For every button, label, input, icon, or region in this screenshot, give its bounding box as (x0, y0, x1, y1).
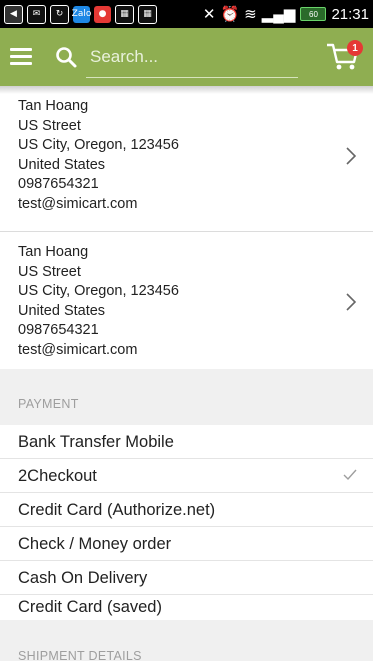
bluetooth-off-icon: ✕ (202, 6, 216, 23)
payment-method-item[interactable]: 2Checkout (0, 459, 373, 493)
address-phone: 0987654321 (18, 322, 99, 338)
zalo-icon: Zalo (72, 5, 91, 23)
payment-method-item[interactable]: Credit Card (saved) (0, 595, 373, 620)
app-notification-icon: ● (94, 5, 111, 23)
payment-method-item[interactable]: Bank Transfer Mobile (0, 425, 373, 459)
checkmark-icon (343, 469, 357, 481)
address-city: US City, Oregon, 123456 (18, 137, 179, 153)
address-email: test@simicart.com (18, 341, 138, 358)
payment-method-item[interactable]: Check / Money order (0, 527, 373, 561)
payment-method-label: Credit Card (saved) (18, 598, 162, 616)
address-country: United States (18, 302, 106, 319)
cart-badge: 1 (347, 40, 363, 56)
chevron-right-icon (346, 146, 357, 165)
back-app-icon: ◀ (4, 4, 23, 24)
address-name: Tan Hoang (18, 98, 89, 114)
address-card[interactable]: Tan Hoang US Street US City, Oregon, 123… (0, 97, 373, 214)
payment-method-label: Bank Transfer Mobile (18, 433, 174, 451)
battery-icon: 60 (300, 7, 327, 21)
signal-icon: ▂▄▆ (261, 6, 296, 23)
payment-method-label: Cash On Delivery (18, 569, 148, 587)
cart-button[interactable]: 1 (325, 40, 363, 74)
address-country: United States (18, 156, 106, 173)
status-bar: ◀ ✉ ↻ Zalo ● ▦ ▦ ✕ ⏰ ≋ ▂▄▆ 60 21:31 (0, 0, 373, 28)
menu-icon[interactable] (10, 48, 32, 66)
address-street: US Street (18, 263, 81, 280)
grid-app-icon: ▦ (115, 4, 134, 24)
shipment-section-header: SHIPMENT DETAILS (0, 620, 373, 663)
search-field[interactable] (86, 37, 298, 78)
notification-icons: ◀ ✉ ↻ Zalo ● ▦ ▦ (4, 4, 157, 24)
address-card[interactable]: Tan Hoang US Street US City, Oregon, 123… (0, 243, 373, 360)
search-input[interactable] (86, 42, 294, 71)
address-name: Tan Hoang (18, 244, 89, 260)
address-street: US Street (18, 117, 81, 134)
sync-icon: ↻ (50, 4, 69, 24)
message-icon: ✉ (27, 4, 46, 24)
payment-section-header: PAYMENT (0, 369, 373, 425)
payment-method-label: 2Checkout (18, 467, 97, 485)
chevron-right-icon (346, 292, 357, 311)
payment-header-label: PAYMENT (18, 397, 79, 411)
divider (0, 231, 373, 232)
alarm-icon: ⏰ (220, 6, 240, 23)
payment-method-item[interactable]: Cash On Delivery (0, 561, 373, 595)
toolbar-shadow (0, 86, 373, 94)
address-email: test@simicart.com (18, 195, 138, 212)
grid-app-icon-2: ▦ (138, 4, 157, 24)
address-phone: 0987654321 (18, 176, 99, 192)
payment-method-label: Check / Money order (18, 535, 172, 553)
address-city: US City, Oregon, 123456 (18, 283, 179, 299)
search-icon[interactable] (54, 45, 78, 69)
wifi-icon: ≋ (244, 6, 257, 23)
payment-method-label: Credit Card (Authorize.net) (18, 501, 216, 519)
clock: 21:31 (331, 5, 369, 23)
payment-method-item[interactable]: Credit Card (Authorize.net) (0, 493, 373, 527)
app-toolbar: 1 (0, 28, 373, 86)
